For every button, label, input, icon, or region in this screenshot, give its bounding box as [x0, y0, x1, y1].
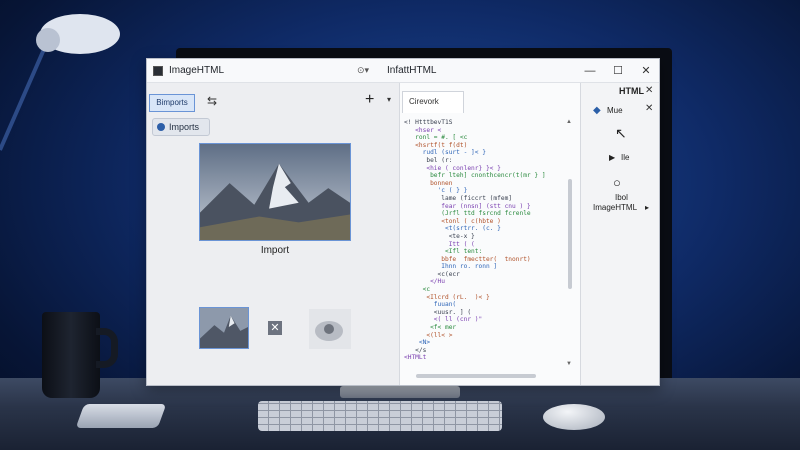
close-icon[interactable]: ✕ [645, 85, 653, 96]
code-line[interactable]: lame (ficcrt (mfem] [404, 195, 564, 203]
app-window: ImageHTML ⊙▾ InfattHTML — ☐ ✕ Bimports ⇆… [146, 58, 660, 386]
code-line[interactable]: <HTMLt [404, 354, 564, 362]
panel-item-label: ImageHTML [593, 203, 638, 212]
panel-header: HTML [619, 86, 644, 96]
scroll-down-icon[interactable]: ▼ [566, 361, 572, 367]
code-line[interactable]: <hie ( conlenr} }< } [404, 165, 564, 173]
image-thumbnail[interactable] [199, 307, 249, 349]
code-line[interactable]: fuuan( [404, 301, 564, 309]
horizontal-scrollbar[interactable] [406, 373, 566, 379]
swap-icon[interactable]: ⇆ [207, 94, 217, 108]
code-line[interactable]: <N> [404, 339, 564, 347]
code-line[interactable]: <t(srtrr. (c. } [404, 225, 564, 233]
code-line[interactable]: <hser < [404, 127, 564, 135]
circle-icon[interactable]: ○ [613, 175, 621, 190]
minimize-button[interactable]: — [581, 63, 599, 79]
code-line[interactable]: </s [404, 347, 564, 355]
image-caption: Import [260, 245, 290, 256]
code-line[interactable]: <( ll (cnr )" [404, 316, 564, 324]
close-icon[interactable]: ✕ [645, 103, 653, 114]
maximize-button[interactable]: ☐ [609, 63, 627, 79]
object-thumbnail[interactable] [309, 309, 351, 349]
code-line[interactable]: 'c ( } } [404, 187, 564, 195]
code-line[interactable]: <tonl ( c(hbte ) [404, 218, 564, 226]
add-icon[interactable]: + [365, 91, 374, 109]
imports-icon [157, 123, 165, 131]
app-title: ImageHTML [169, 65, 225, 76]
close-button[interactable]: ✕ [637, 63, 655, 79]
code-line[interactable]: befr lteh] cnonthcencr(t(mr } ] [404, 172, 564, 180]
titlebar: ImageHTML ⊙▾ InfattHTML — ☐ ✕ [147, 59, 659, 83]
chevron-down-icon[interactable]: ▾ [387, 95, 391, 104]
code-line[interactable]: <f< mer [404, 324, 564, 332]
scroll-up-icon[interactable]: ▲ [566, 119, 572, 125]
code-line[interactable]: <! HtttbevT1S [404, 119, 564, 127]
panel-item-label: Ibol [615, 193, 628, 202]
code-editor[interactable]: <! HtttbevT1S <hser < ronl = #. [ <c <hs… [404, 119, 564, 369]
scrollbar-thumb[interactable] [568, 179, 572, 289]
code-line[interactable]: ronl = #. [ <c [404, 134, 564, 142]
phone [75, 404, 167, 428]
panel-item-label: Mue [607, 106, 623, 115]
document-title: InfattHTML [387, 65, 437, 76]
mug [42, 312, 100, 398]
code-line[interactable]: <(ll< > [404, 332, 564, 340]
chevron-right-icon[interactable]: ▸ [645, 203, 649, 212]
imports-label: Imports [169, 122, 200, 132]
code-line[interactable]: rudl (surt - ]< } [404, 149, 564, 157]
code-line[interactable]: Itt ( ( [404, 241, 564, 249]
document-switch-icon[interactable]: ⊙▾ [357, 65, 369, 76]
code-line[interactable]: bel (r: [404, 157, 564, 165]
code-line[interactable]: Ihnn ro. ronn ] [404, 263, 564, 271]
code-line[interactable]: </Hu [404, 278, 564, 286]
code-panel: Cirevork <! HtttbevT1S <hser < ronl = #.… [399, 83, 581, 385]
code-line[interactable]: bbfe fmectter( tnonrt) [404, 256, 564, 264]
code-line[interactable]: fear (nnsn] (stt cnu ) } [404, 203, 564, 211]
code-line[interactable]: <uusr. ] ( [404, 309, 564, 317]
scrollbar-thumb[interactable] [416, 374, 536, 378]
code-line[interactable]: (Jrfl ttd fsrcnd fcrenle [404, 210, 564, 218]
play-icon[interactable]: ▶ [609, 153, 615, 162]
code-line[interactable]: <c [404, 286, 564, 294]
imports-button[interactable]: Imports [152, 118, 210, 136]
imported-image[interactable] [199, 143, 351, 241]
left-panel: Bimports ⇆ + ▾ Imports Import ✕ [147, 83, 399, 385]
left-toolbar: Bimports ⇆ + ▾ [147, 91, 399, 115]
code-line[interactable]: bonnen [404, 180, 564, 188]
monitor-stand [340, 386, 460, 398]
code-line[interactable]: <te-x } [404, 233, 564, 241]
mug-handle [96, 328, 118, 368]
panel-item-label: Ile [621, 153, 630, 162]
right-panel: HTML ✕ ◆ Mue ✕ ↖ ▶ Ile ○ Ibol ImageHTML … [581, 83, 659, 385]
code-line[interactable]: <c(ecr [404, 271, 564, 279]
code-line[interactable]: <Ifl tent: [404, 248, 564, 256]
remove-icon[interactable]: ✕ [268, 321, 282, 335]
mouse [543, 404, 605, 430]
vertical-scrollbar[interactable]: ▲ ▼ [566, 119, 574, 369]
tab-imports[interactable]: Bimports [149, 94, 195, 112]
desk-lamp [0, 14, 120, 151]
diamond-icon[interactable]: ◆ [593, 105, 601, 116]
pointer-icon[interactable]: ↖ [615, 125, 627, 142]
app-icon [153, 65, 163, 76]
tab-code[interactable]: Cirevork [402, 91, 464, 113]
code-line[interactable]: <hsrtf(t f(dt) [404, 142, 564, 150]
keyboard [258, 401, 502, 431]
code-line[interactable]: <Ilcrd (rL. )< } [404, 294, 564, 302]
